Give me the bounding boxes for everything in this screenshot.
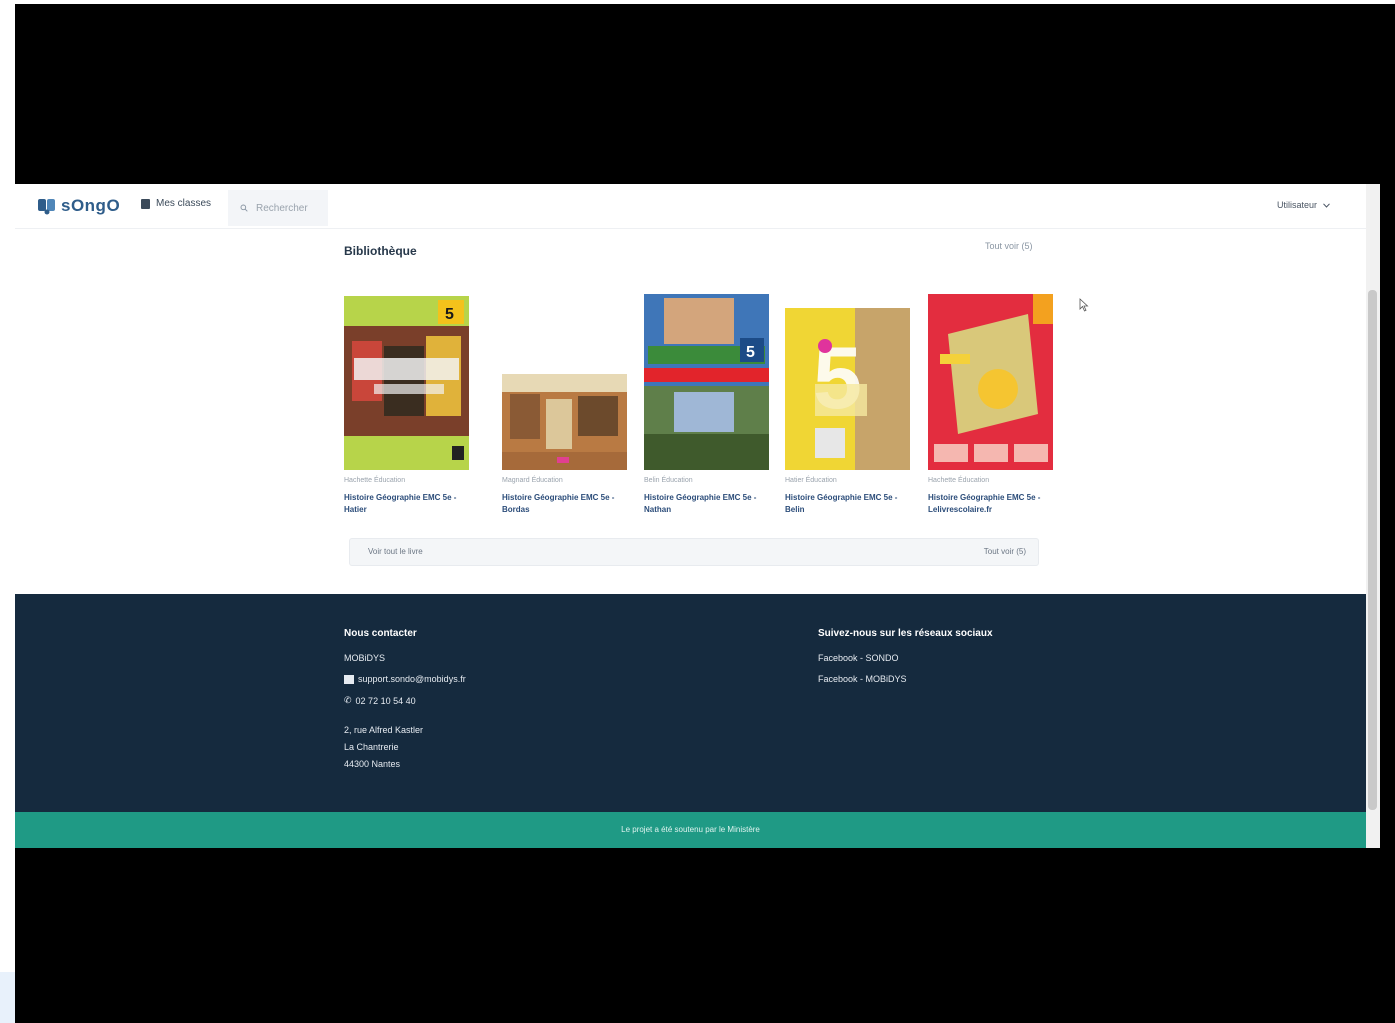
see-all-link[interactable]: Tout voir (5) [985,241,1033,251]
app-window: sOngO Mes classes Utilisateur Bibliothèq… [15,184,1366,848]
book-publisher: Magnard Éducation [502,477,563,484]
address-line: 44300 Nantes [344,759,400,769]
social-link-sondo-text: Facebook - SONDO [818,653,899,663]
search-icon [240,204,248,212]
footer-bottom-text: Le projet a été soutenu par le Ministère [621,825,760,834]
classroom-icon [141,198,150,209]
search-input[interactable] [254,201,328,215]
book-publisher: Hachette Éducation [928,477,990,484]
library-summary-bar: Voir tout le livre Tout voir (5) [349,538,1039,566]
book-cover[interactable] [502,374,627,470]
nav-my-classes-label: Mes classes [156,198,212,209]
contact-email[interactable]: support.sondo@mobidys.fr [344,674,466,684]
user-menu[interactable]: Utilisateur [1277,200,1330,210]
company-name: MOBiDYS [344,653,385,663]
social-link-mobidys-text: Facebook - MOBiDYS [818,674,907,684]
phone-icon: ✆ [344,695,352,705]
chevron-down-icon [1323,202,1330,208]
book-title[interactable]: Histoire Géographie EMC 5e - Nathan [644,492,768,516]
contact-heading: Nous contacter [344,628,417,639]
book-title[interactable]: Histoire Géographie EMC 5e - Belin [785,492,909,516]
social-heading: Suivez-nous sur les réseaux sociaux [818,628,993,639]
book-title[interactable]: Histoire Géographie EMC 5e - Bordas [502,492,626,516]
social-link-mobidys[interactable]: Facebook - MOBiDYS [818,674,907,684]
book-cover[interactable]: 5 [785,308,910,470]
library-title: Bibliothèque [344,244,417,258]
scrollbar-thumb[interactable] [1368,290,1377,810]
contact-phone[interactable]: ✆ 02 72 10 54 40 [344,695,416,706]
address-line-1: 2, rue Alfred Kastler [344,725,424,735]
logo-icon [38,199,55,215]
mouse-cursor-icon [1079,298,1089,312]
see-all-bottom-link[interactable]: Tout voir (5) [984,547,1026,556]
book-publisher: Belin Éducation [644,477,693,484]
book-publisher: Hatier Éducation [785,477,837,484]
address-line: La Chantrerie [344,742,399,752]
address-line-2: La Chantrerie [344,742,399,752]
contact-phone-text: 02 72 10 54 40 [355,695,416,706]
address-line-3: 44300 Nantes [344,759,401,769]
social-link-sondo[interactable]: Facebook - SONDO [818,653,899,663]
search-box[interactable] [228,190,328,226]
book-title[interactable]: Histoire Géographie EMC 5e - Hatier [344,492,468,516]
user-menu-label: Utilisateur [1277,200,1318,210]
footer-bottom-bar: Le projet a été soutenu par le Ministère [15,812,1366,848]
logo[interactable]: sOngO [37,194,120,218]
nav-my-classes[interactable]: Mes classes [141,198,211,209]
logo-text: sOngO [61,196,121,215]
book-list: 5 Hachette Éducation Histoire Géographie… [344,294,1053,524]
view-book-link[interactable]: Voir tout le livre [368,547,423,556]
page-edge [0,972,15,1023]
book-publisher: Hachette Éducation [344,477,406,484]
address-line: 2, rue Alfred Kastler [344,725,423,735]
svg-text:5: 5 [445,306,454,323]
email-icon [344,674,354,684]
top-header: sOngO Mes classes Utilisateur [15,184,1366,229]
book-cover[interactable]: 5 [344,296,469,470]
book-title[interactable]: Histoire Géographie EMC 5e - Lelivrescol… [928,492,1052,516]
book-cover[interactable] [928,294,1053,470]
company-name-text: MOBiDYS [344,653,386,663]
book-cover[interactable]: 5 [644,294,769,470]
svg-text:5: 5 [746,344,755,361]
contact-email-text: support.sondo@mobidys.fr [358,674,466,684]
footer: Nous contacter MOBiDYS support.sondo@mob… [15,594,1366,812]
